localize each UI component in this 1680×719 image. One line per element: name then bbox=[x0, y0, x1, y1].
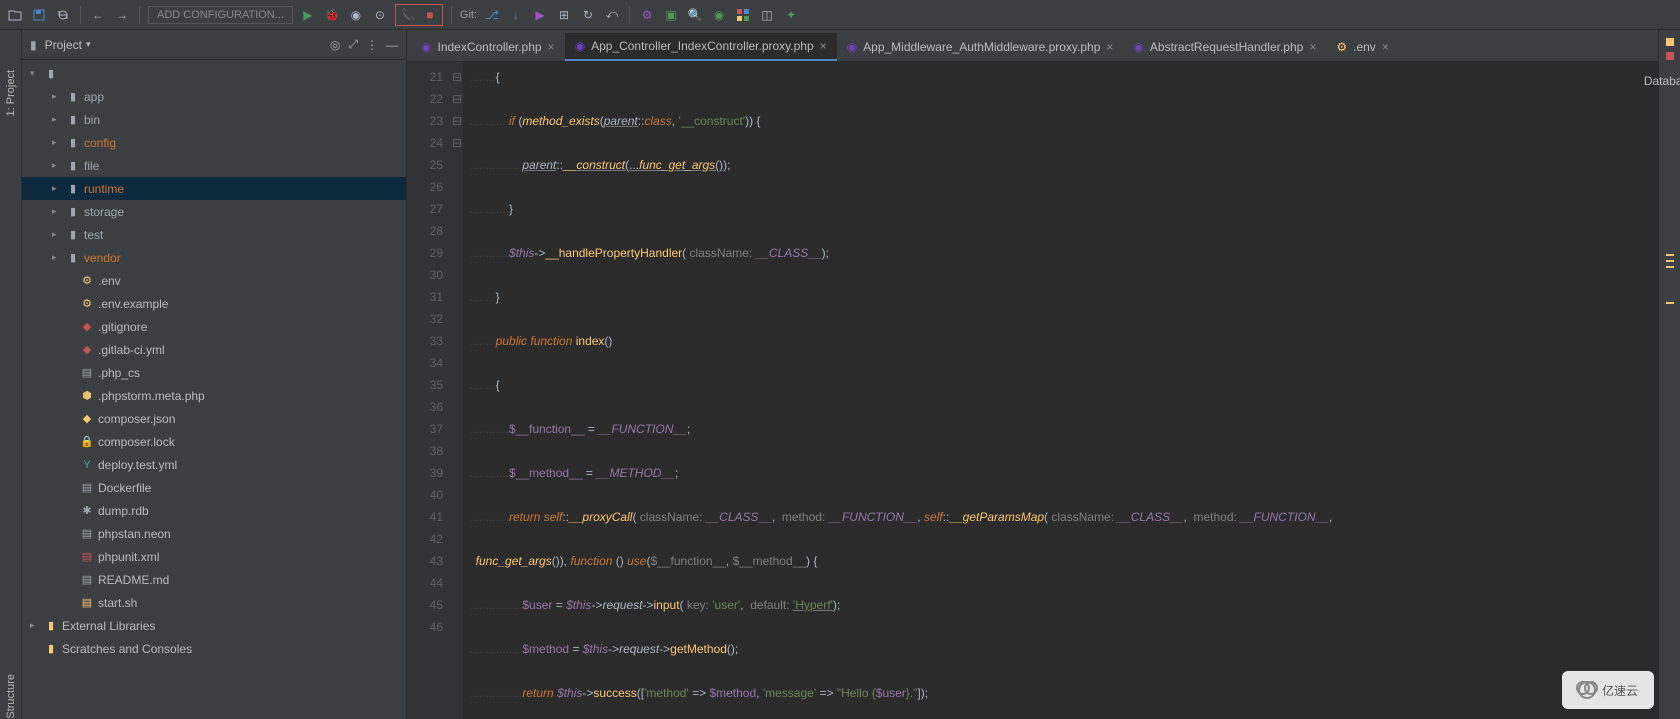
editor-tab[interactable]: ⚙.env× bbox=[1326, 33, 1398, 61]
tree-file[interactable]: ◆.gitignore bbox=[22, 315, 406, 338]
git-push-icon[interactable]: ▶ bbox=[531, 6, 549, 24]
git-update-icon[interactable]: ↓ bbox=[507, 6, 525, 24]
tree-folder-bin[interactable]: ▮bin bbox=[22, 108, 406, 131]
watermark: 亿速云 bbox=[1562, 671, 1654, 709]
right-tool-gutter: Database bbox=[1658, 30, 1680, 719]
back-icon[interactable]: ← bbox=[89, 6, 107, 24]
tab-label: .env bbox=[1353, 40, 1376, 54]
tree-file[interactable]: Ydeploy.test.yml bbox=[22, 453, 406, 476]
tree-file[interactable]: ⬢.phpstorm.meta.php bbox=[22, 384, 406, 407]
inspection-status-icon[interactable] bbox=[1666, 38, 1674, 46]
tree-folder-storage[interactable]: ▮storage bbox=[22, 200, 406, 223]
forward-icon[interactable]: → bbox=[113, 6, 131, 24]
tree-file[interactable]: ▤start.sh bbox=[22, 591, 406, 614]
tree-file[interactable]: ◆composer.json bbox=[22, 407, 406, 430]
debug-icon[interactable]: 🐞 bbox=[323, 6, 341, 24]
code-area[interactable]: ........{ ............if (method_exists(… bbox=[463, 62, 1658, 719]
tree-file[interactable]: ▤phpunit.xml bbox=[22, 545, 406, 568]
profile-icon[interactable]: ⊙ bbox=[371, 6, 389, 24]
debug-group: 📞 ■ bbox=[395, 4, 443, 26]
git-history-icon[interactable]: ↻ bbox=[579, 6, 597, 24]
tree-file[interactable]: ▤.php_cs bbox=[22, 361, 406, 384]
editor-tab[interactable]: ◉App_Controller_IndexController.proxy.ph… bbox=[565, 33, 837, 61]
tree-file[interactable]: ▤phpstan.neon bbox=[22, 522, 406, 545]
close-tab-icon[interactable]: × bbox=[1309, 40, 1316, 54]
tree-file[interactable]: ▤README.md bbox=[22, 568, 406, 591]
run-icon[interactable]: ▶ bbox=[299, 6, 317, 24]
structure-tool-tab[interactable]: Structure bbox=[5, 674, 17, 719]
hide-panel-icon[interactable]: — bbox=[386, 38, 398, 52]
editor-tab[interactable]: ◉IndexController.php× bbox=[411, 33, 565, 61]
line-number-gutter: 2122232425262728293031323334353637383940… bbox=[407, 62, 451, 719]
tree-external-libs[interactable]: ▮External Libraries bbox=[22, 614, 406, 637]
tree-folder-config[interactable]: ▮config bbox=[22, 131, 406, 154]
code-editor[interactable]: 2122232425262728293031323334353637383940… bbox=[407, 62, 1658, 719]
watermark-logo-icon bbox=[1578, 681, 1596, 699]
tree-file[interactable]: ⚙.env.example bbox=[22, 292, 406, 315]
tree-folder-app[interactable]: ▮app bbox=[22, 85, 406, 108]
refresh-icon[interactable] bbox=[54, 6, 72, 24]
run-config-select[interactable]: ADD CONFIGURATION... bbox=[148, 6, 293, 24]
ide-icon[interactable]: ◫ bbox=[758, 6, 776, 24]
settings-menu-icon[interactable]: ⋮ bbox=[366, 38, 378, 52]
globe-icon[interactable]: ◉ bbox=[710, 6, 728, 24]
project-tree[interactable]: ▮ ▮app▮bin▮config▮file▮runtime▮storage▮t… bbox=[22, 60, 406, 719]
project-tool-tab[interactable]: 1: Project bbox=[5, 70, 17, 116]
folder-icon: ▮ bbox=[30, 38, 37, 52]
collapse-icon[interactable]: ⤢ bbox=[348, 37, 358, 52]
project-panel-title[interactable]: Project ▾ bbox=[45, 38, 91, 52]
tree-file[interactable]: ▤Dockerfile bbox=[22, 476, 406, 499]
tree-folder-vendor[interactable]: ▮vendor bbox=[22, 246, 406, 269]
inspection-warn-icon[interactable] bbox=[1666, 52, 1674, 60]
tree-file[interactable]: ✱dump.rdb bbox=[22, 499, 406, 522]
tree-root[interactable]: ▮ bbox=[22, 62, 406, 85]
close-tab-icon[interactable]: × bbox=[1106, 40, 1113, 54]
tree-file[interactable]: ◆.gitlab-ci.yml bbox=[22, 338, 406, 361]
save-icon[interactable] bbox=[30, 6, 48, 24]
main-toolbar: ← → ADD CONFIGURATION... ▶ 🐞 ◉ ⊙ 📞 ■ Git… bbox=[0, 0, 1680, 30]
scroll-mark[interactable] bbox=[1666, 302, 1674, 304]
tab-label: IndexController.php bbox=[437, 40, 541, 54]
settings-icon[interactable]: ⚙ bbox=[638, 6, 656, 24]
tree-folder-test[interactable]: ▮test bbox=[22, 223, 406, 246]
git-commit-icon[interactable]: ⊞ bbox=[555, 6, 573, 24]
editor-tab[interactable]: ◉AbstractRequestHandler.php× bbox=[1123, 33, 1326, 61]
attach-debug-icon[interactable]: 📞 bbox=[399, 6, 417, 24]
tab-label: App_Controller_IndexController.proxy.php bbox=[591, 39, 814, 53]
close-tab-icon[interactable]: × bbox=[820, 39, 827, 53]
close-tab-icon[interactable]: × bbox=[1382, 40, 1389, 54]
puzzle-icon[interactable]: ✦ bbox=[782, 6, 800, 24]
fold-gutter: ⊟⊟⊟⊟ bbox=[451, 62, 463, 719]
tab-label: App_Middleware_AuthMiddleware.proxy.php bbox=[863, 40, 1100, 54]
aim-icon[interactable]: ◎ bbox=[330, 38, 340, 52]
scroll-mark[interactable] bbox=[1666, 254, 1674, 256]
terminal-icon[interactable]: ▣ bbox=[662, 6, 680, 24]
scroll-mark[interactable] bbox=[1666, 260, 1674, 262]
stop-icon[interactable]: ■ bbox=[421, 6, 439, 24]
tree-folder-runtime[interactable]: ▮runtime bbox=[22, 177, 406, 200]
tree-scratches[interactable]: ▮Scratches and Consoles bbox=[22, 637, 406, 660]
tree-file[interactable]: 🔒composer.lock bbox=[22, 430, 406, 453]
editor-tab[interactable]: ◉App_Middleware_AuthMiddleware.proxy.php… bbox=[837, 33, 1124, 61]
tree-folder-file[interactable]: ▮file bbox=[22, 154, 406, 177]
git-rollback-icon[interactable]: ⤺ bbox=[603, 6, 621, 24]
coverage-icon[interactable]: ◉ bbox=[347, 6, 365, 24]
scroll-mark[interactable] bbox=[1666, 266, 1674, 268]
close-tab-icon[interactable]: × bbox=[548, 40, 555, 54]
project-panel: ▮ Project ▾ ◎ ⤢ ⋮ — ▮ ▮app▮bin▮config▮fi… bbox=[22, 30, 407, 719]
git-label: Git: bbox=[460, 9, 477, 21]
watermark-text: 亿速云 bbox=[1602, 682, 1638, 699]
tab-label: AbstractRequestHandler.php bbox=[1150, 40, 1303, 54]
search-icon[interactable]: 🔍 bbox=[686, 6, 704, 24]
git-branch-icon[interactable]: ⎇ bbox=[483, 6, 501, 24]
editor-tabs: ◉IndexController.php×◉App_Controller_Ind… bbox=[407, 30, 1658, 62]
left-tool-gutter: 1: Project Structure bbox=[0, 30, 22, 719]
tree-file[interactable]: ⚙.env bbox=[22, 269, 406, 292]
open-icon[interactable] bbox=[6, 6, 24, 24]
grid-icon[interactable] bbox=[734, 6, 752, 24]
